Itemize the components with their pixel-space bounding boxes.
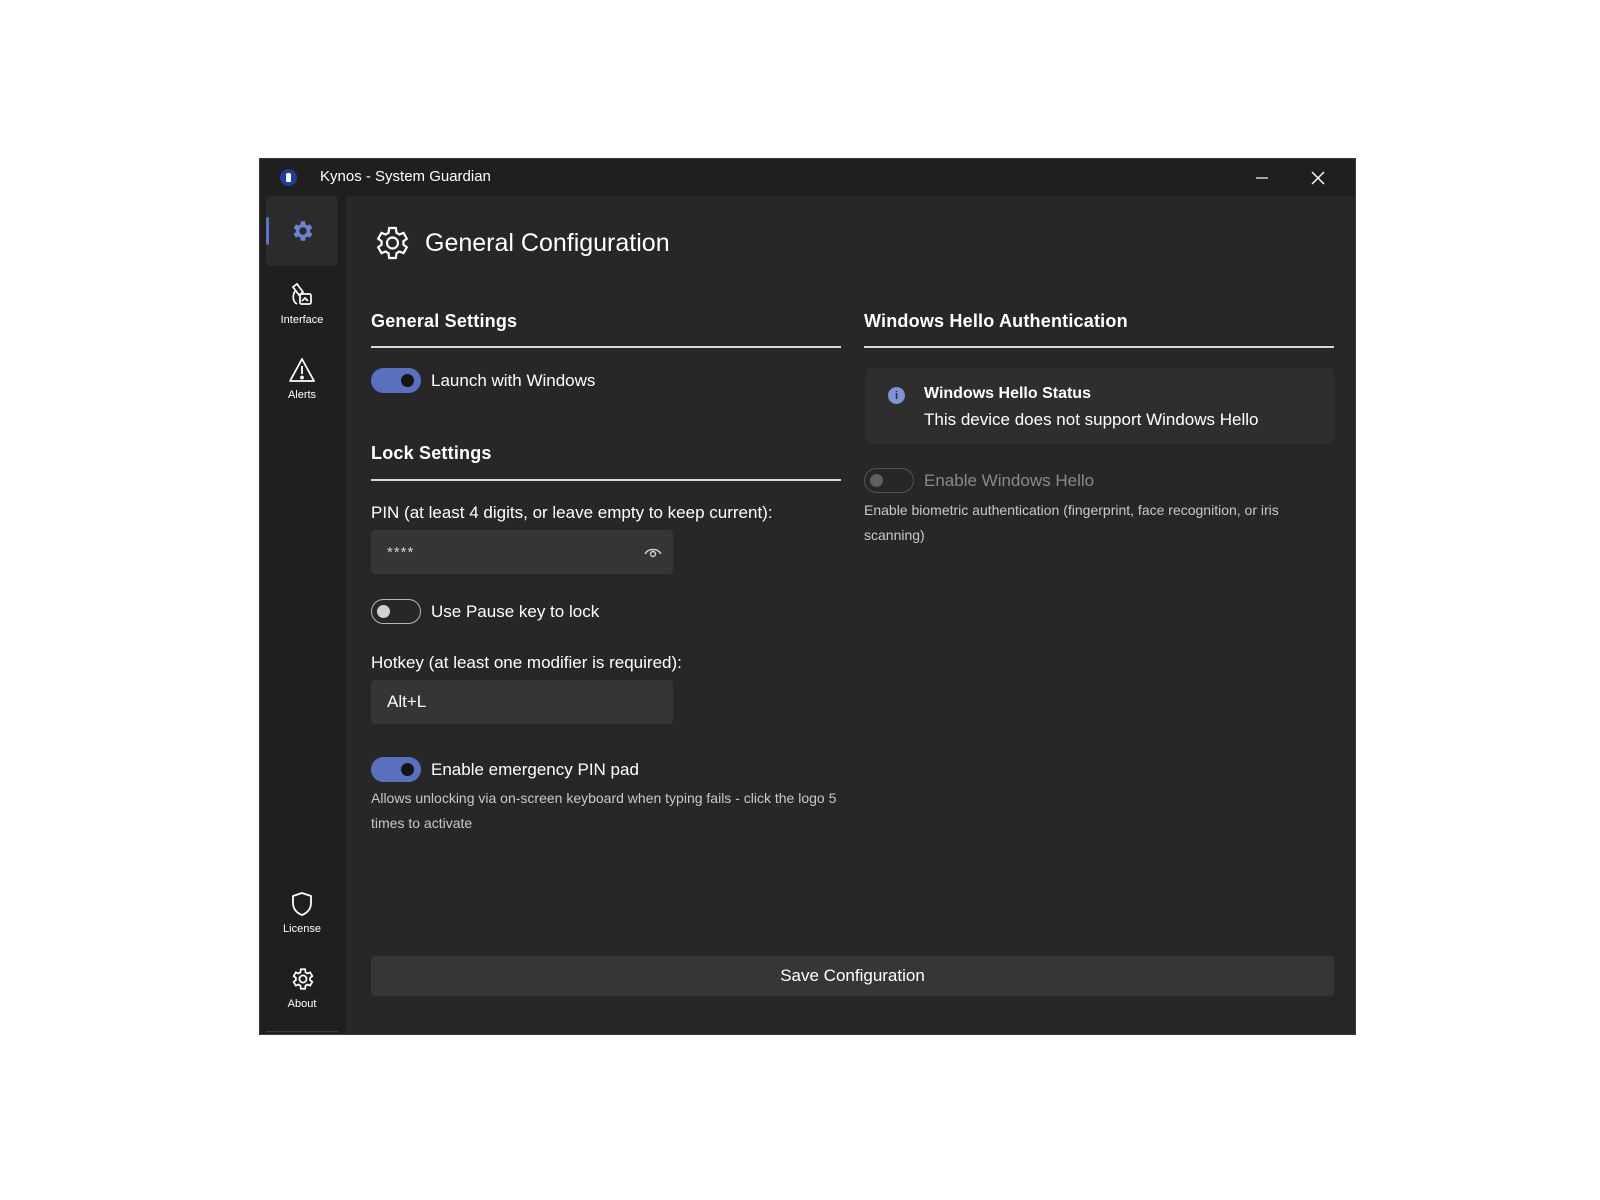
window-title: Kynos - System Guardian xyxy=(320,168,491,185)
launch-with-windows-toggle[interactable] xyxy=(371,368,421,393)
pause-key-toggle-row[interactable]: Use Pause key to lock xyxy=(371,599,599,624)
sidebar-item-about[interactable]: About xyxy=(266,953,338,1023)
windows-hello-label: Enable Windows Hello xyxy=(924,470,1095,490)
sidebar-item-label: About xyxy=(287,998,317,1010)
sidebar-item-license[interactable]: License xyxy=(266,878,338,948)
save-configuration-button[interactable]: Save Configuration xyxy=(371,956,1334,996)
windows-hello-toggle-row: Enable Windows Hello xyxy=(864,468,1094,493)
section-title-lock: Lock Settings xyxy=(371,443,492,463)
sidebar-item-label: Alerts xyxy=(287,389,317,401)
pause-key-toggle[interactable] xyxy=(371,599,421,624)
emergency-pad-toggle-row[interactable]: Enable emergency PIN pad xyxy=(371,757,639,782)
main-content: General Configuration General Settings L… xyxy=(346,196,1355,1034)
pause-key-label: Use Pause key to lock xyxy=(431,601,600,621)
hotkey-field[interactable] xyxy=(371,680,673,724)
app-logo-icon xyxy=(280,169,297,186)
hotkey-label: Hotkey (at least one modifier is require… xyxy=(371,653,682,672)
emergency-pad-toggle[interactable] xyxy=(371,757,421,782)
launch-with-windows-toggle-row[interactable]: Launch with Windows xyxy=(371,368,595,393)
active-indicator xyxy=(266,217,269,245)
windows-hello-status-card: i Windows Hello Status This device does … xyxy=(866,368,1334,444)
sidebar-item-alerts[interactable]: Alerts xyxy=(266,344,338,414)
sidebar-item-label: License xyxy=(283,923,321,935)
pin-field[interactable] xyxy=(371,530,673,574)
section-divider xyxy=(864,346,1334,348)
close-icon xyxy=(1311,171,1325,184)
pin-label: PIN (at least 4 digits, or leave empty t… xyxy=(371,503,773,522)
page-title: General Configuration xyxy=(425,229,670,257)
emergency-pad-label: Enable emergency PIN pad xyxy=(431,759,639,779)
minimize-icon xyxy=(1256,176,1268,179)
gear-icon xyxy=(292,968,314,990)
palette-icon xyxy=(291,282,312,305)
section-divider xyxy=(371,346,841,348)
gear-icon xyxy=(376,226,409,260)
sidebar: Interface Alerts License About xyxy=(260,196,346,1034)
gear-icon xyxy=(293,221,313,241)
section-title-windows-hello: Windows Hello Authentication xyxy=(864,311,1128,331)
sidebar-item-general[interactable] xyxy=(266,196,338,266)
emergency-pad-help: Allows unlocking via on-screen keyboard … xyxy=(371,790,837,831)
launch-with-windows-label: Launch with Windows xyxy=(431,370,596,390)
minimize-button[interactable] xyxy=(1239,159,1285,196)
sidebar-item-interface[interactable]: Interface xyxy=(266,269,338,339)
sidebar-item-label: Interface xyxy=(280,314,324,326)
info-icon: i xyxy=(888,387,905,404)
sidebar-divider xyxy=(266,1031,338,1032)
status-title: Windows Hello Status xyxy=(924,385,1091,402)
app-window: Kynos - System Guardian Interface Alerts… xyxy=(259,158,1356,1035)
close-button[interactable] xyxy=(1295,159,1341,196)
section-divider xyxy=(371,479,841,481)
status-message: This device does not support Windows Hel… xyxy=(924,410,1259,429)
windows-hello-toggle xyxy=(864,468,914,493)
shield-icon xyxy=(292,892,312,916)
warning-icon xyxy=(289,358,315,382)
windows-hello-help: Enable biometric authentication (fingerp… xyxy=(864,502,1279,543)
title-bar: Kynos - System Guardian xyxy=(260,159,1355,196)
reveal-password-icon[interactable] xyxy=(643,545,663,559)
section-title-general: General Settings xyxy=(371,311,518,331)
